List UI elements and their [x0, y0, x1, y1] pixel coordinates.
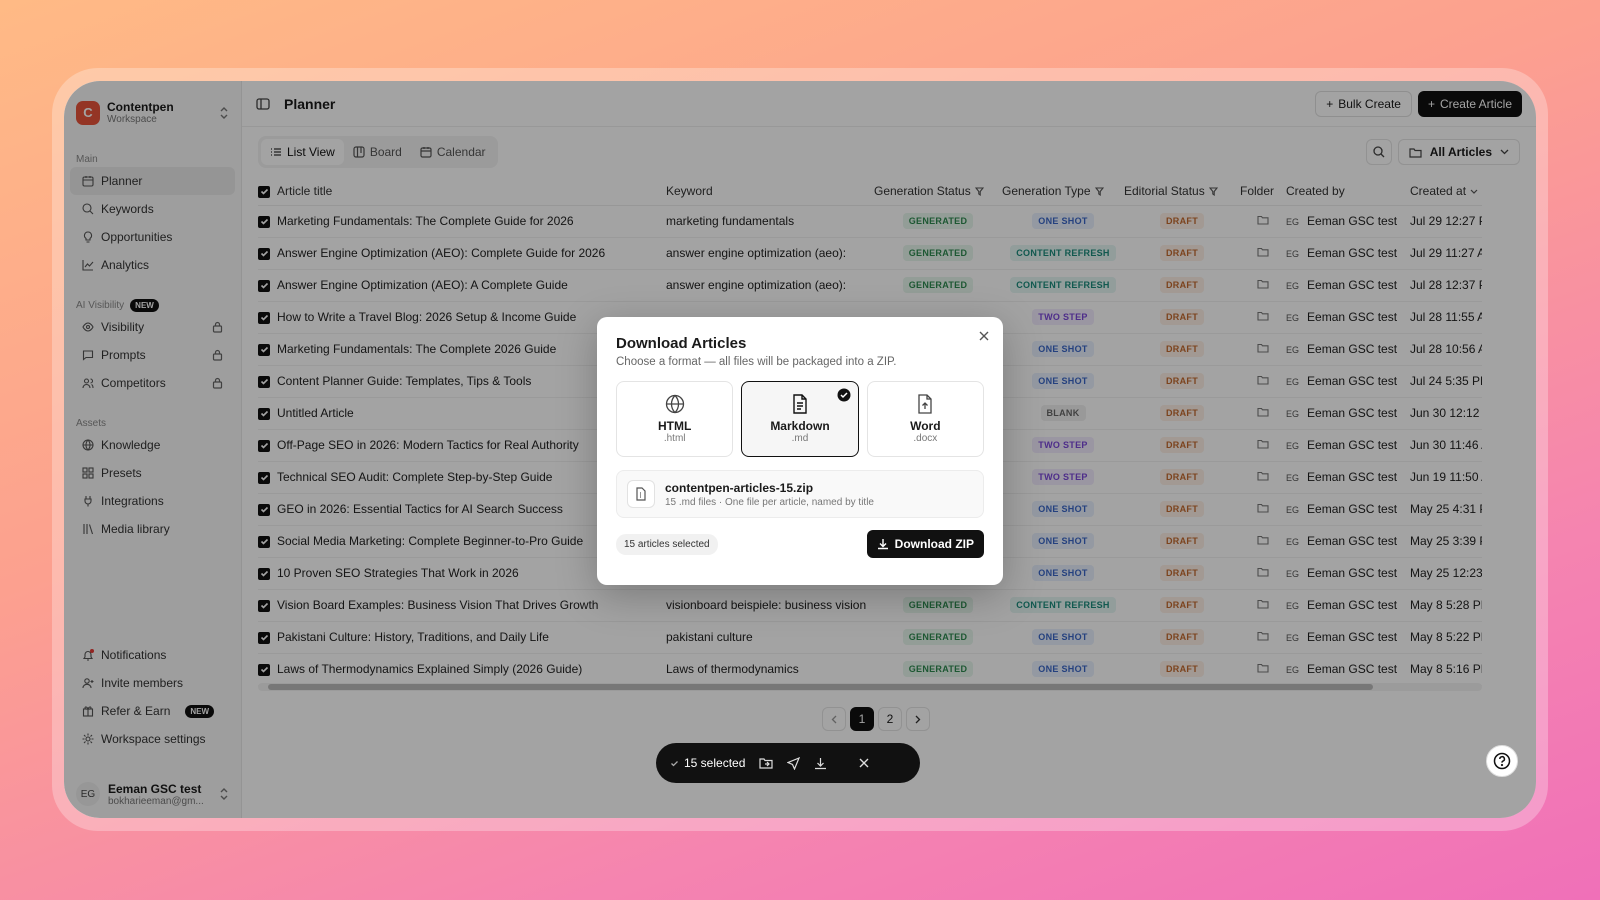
zip-summary: contentpen-articles-15.zip 15 .md files … [616, 470, 984, 518]
download-zip-label: Download ZIP [894, 537, 974, 551]
help-button[interactable] [1486, 745, 1518, 777]
download-icon [877, 539, 888, 550]
selection-count: 15 selected [670, 756, 745, 770]
download-articles-modal: Download Articles Choose a format — all … [597, 317, 1003, 585]
globe-icon [665, 394, 684, 414]
close-icon[interactable] [979, 331, 989, 341]
modal-title: Download Articles [616, 335, 747, 352]
format-name: Markdown [770, 419, 830, 433]
close-icon[interactable] [859, 758, 869, 768]
format-option-word[interactable]: Word .docx [866, 381, 984, 457]
format-ext: .md [791, 433, 809, 444]
zip-file-icon [627, 480, 655, 508]
modal-description: Choose a format — all files will be pack… [616, 356, 897, 368]
format-options: HTML .html Markdown .md Word .docx [616, 381, 984, 457]
format-name: HTML [658, 419, 692, 433]
check-icon [671, 760, 678, 766]
format-option-markdown[interactable]: Markdown .md [741, 381, 859, 457]
file-upload-icon [918, 394, 932, 414]
download-zip-button[interactable]: Download ZIP [866, 530, 984, 558]
check-circle-icon [837, 388, 851, 402]
selection-count-label: 15 selected [684, 756, 746, 770]
format-name: Word [910, 419, 941, 433]
help-icon [1493, 752, 1511, 770]
selection-action-bar: 15 selected [656, 743, 920, 783]
zip-file-name: contentpen-articles-15.zip [665, 480, 814, 495]
selected-count-pill: 15 articles selected [616, 533, 718, 555]
send-icon[interactable] [787, 756, 801, 770]
zip-file-details: 15 .md files · One file per article, nam… [665, 496, 874, 508]
format-option-html[interactable]: HTML .html [616, 381, 734, 457]
format-ext: .docx [913, 433, 938, 444]
move-to-folder-icon[interactable] [759, 757, 773, 769]
download-icon[interactable] [814, 757, 827, 770]
format-ext: .html [663, 433, 686, 444]
file-text-icon [793, 394, 807, 414]
